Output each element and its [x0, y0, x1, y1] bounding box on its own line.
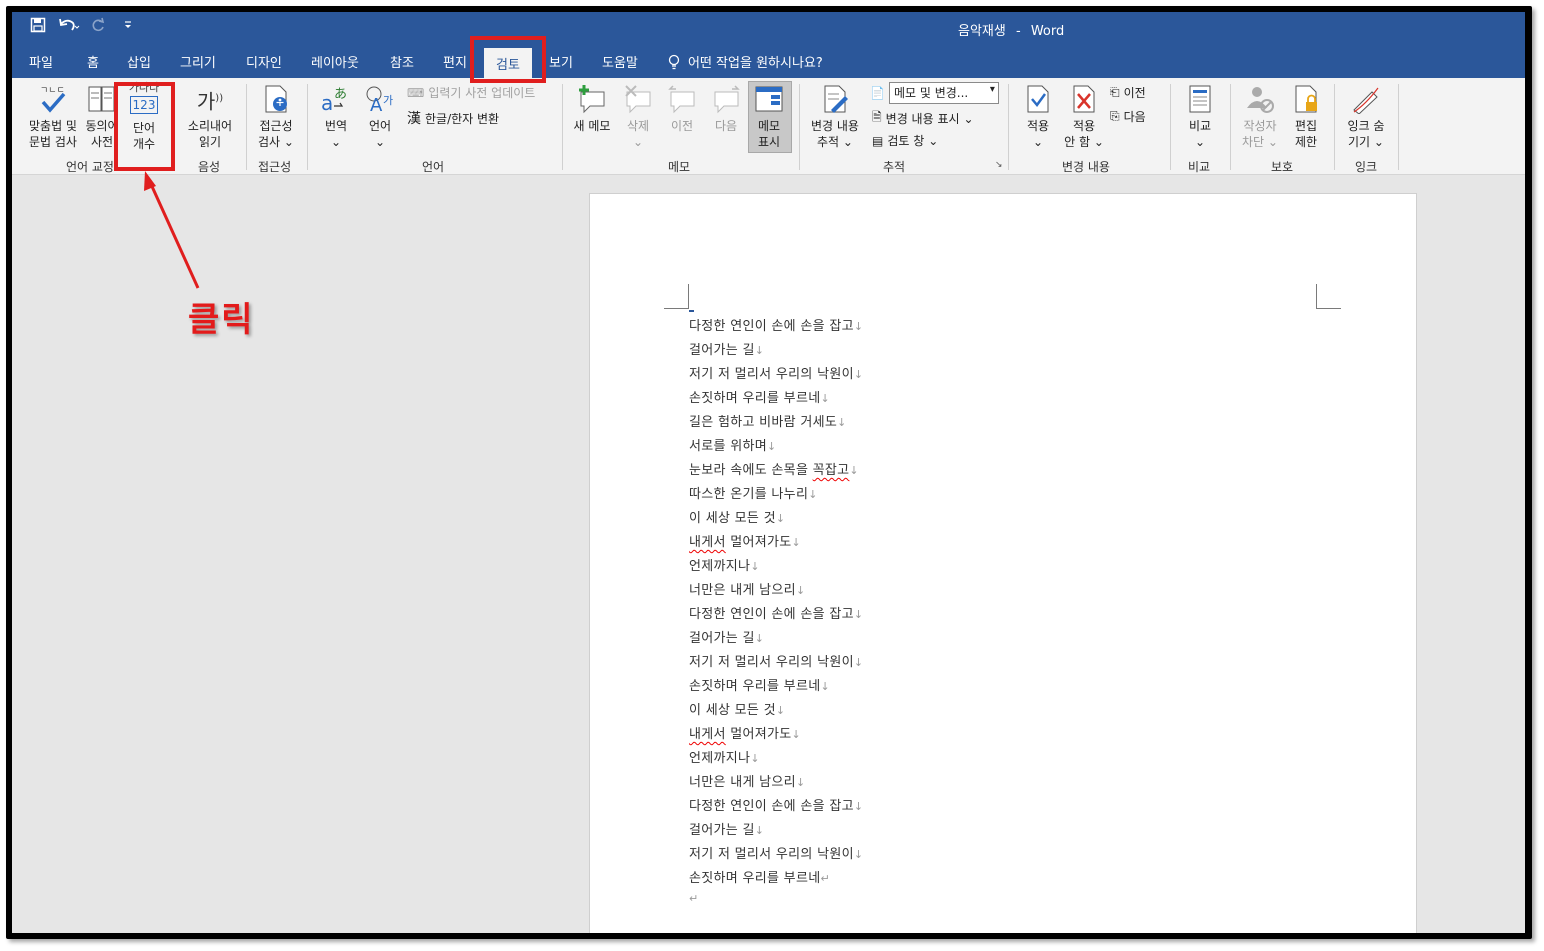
annotation-arrow: [144, 171, 200, 289]
click-callout: 클릭: [188, 300, 255, 340]
